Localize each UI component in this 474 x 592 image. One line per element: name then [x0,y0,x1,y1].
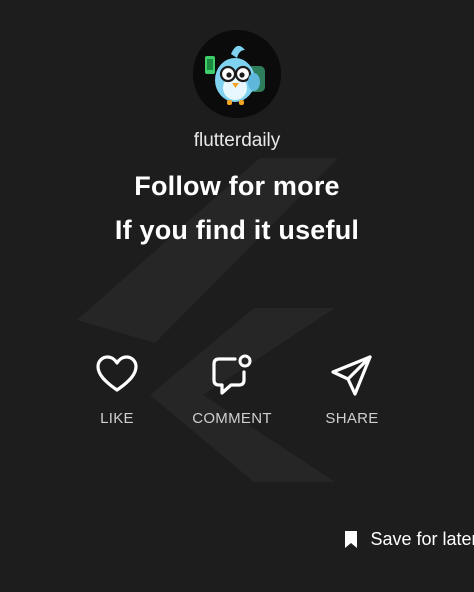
comment-icon [212,354,252,395]
save-label: Save for later [370,529,474,549]
send-icon [331,355,372,396]
share-button[interactable]: SHARE [297,352,407,427]
comment-label: COMMENT [192,410,272,427]
like-label: LIKE [100,410,134,427]
save-for-later-button[interactable]: Save for later [344,529,474,553]
share-label: SHARE [325,410,379,427]
bird-mascot-icon [193,30,281,118]
heart-icon [96,355,138,392]
bookmark-icon [345,531,357,548]
headline-follow: Follow for more [134,171,340,201]
username[interactable]: flutterdaily [0,130,474,152]
avatar[interactable] [193,30,281,118]
comment-button[interactable]: COMMENT [177,352,287,427]
like-button[interactable]: LIKE [62,352,172,427]
headline-useful: If you find it useful [114,215,360,245]
